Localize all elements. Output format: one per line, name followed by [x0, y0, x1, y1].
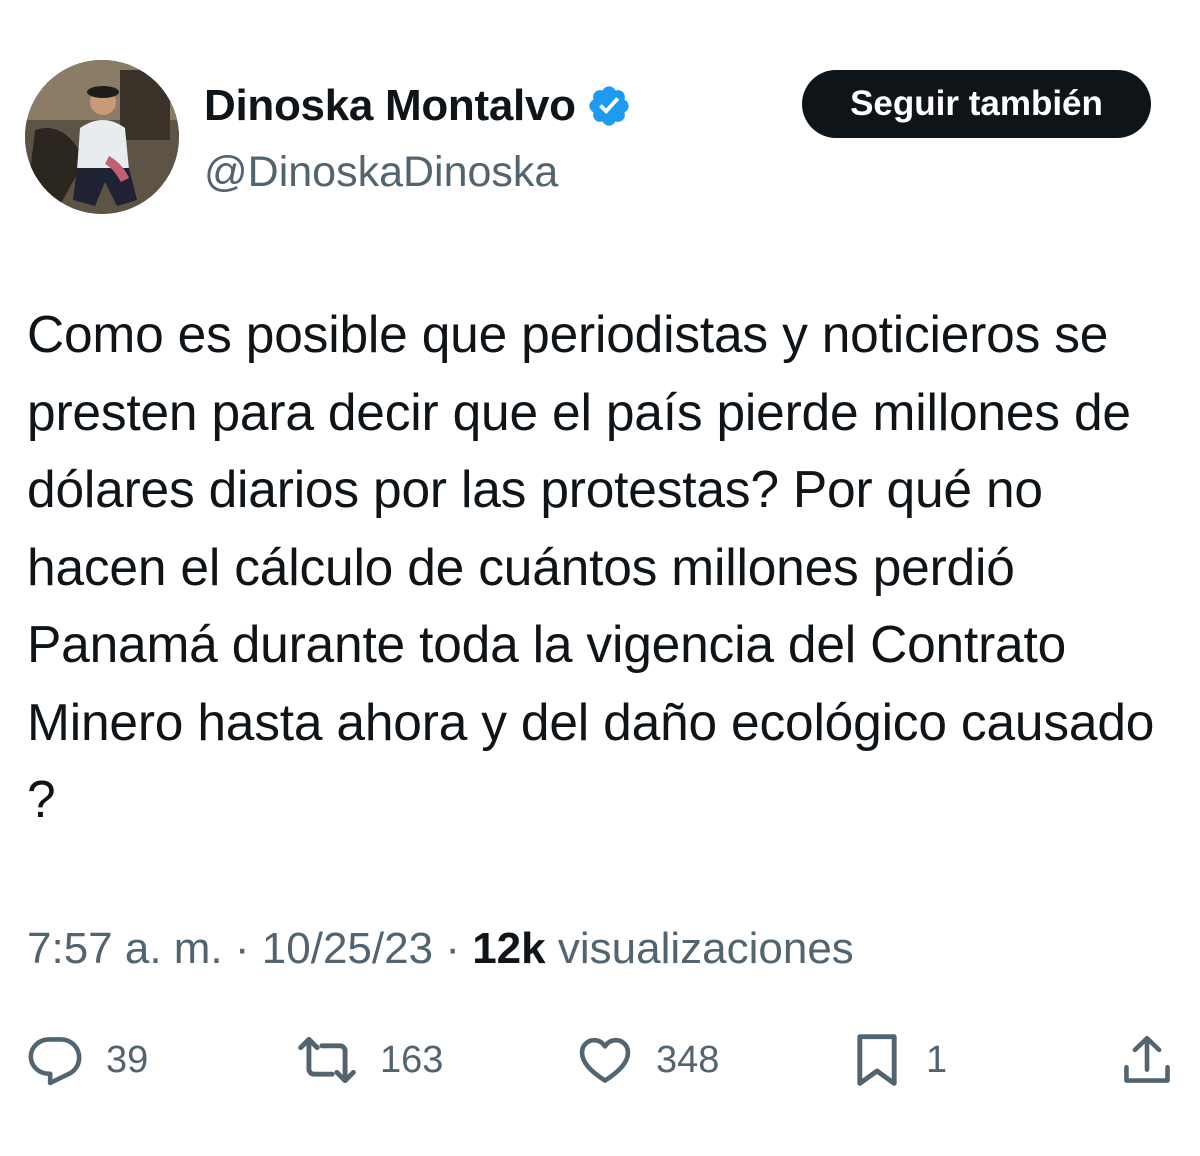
retweet-icon — [298, 1036, 356, 1084]
follow-button[interactable]: Seguir también — [802, 70, 1151, 138]
reply-count: 39 — [106, 1038, 149, 1081]
tweet: Dinoska Montalvo @DinoskaDinoska Seguir … — [0, 0, 1200, 1156]
like-count: 348 — [656, 1038, 720, 1081]
heart-icon — [579, 1037, 631, 1083]
reply-icon — [28, 1037, 82, 1086]
tweet-date[interactable]: 10/25/23 — [262, 924, 433, 973]
reply-button[interactable]: 39 — [26, 1020, 148, 1100]
meta-separator: · — [445, 924, 460, 973]
bookmark-count: 1 — [926, 1038, 948, 1081]
share-icon — [1124, 1035, 1170, 1083]
tweet-time[interactable]: 7:57 a. m. — [27, 924, 223, 973]
bookmark-icon — [857, 1034, 897, 1086]
author-name-row: Dinoska Montalvo — [204, 80, 632, 132]
views-label: visualizaciones — [557, 924, 854, 973]
retweet-button[interactable]: 163 — [296, 1020, 443, 1100]
author-display-name[interactable]: Dinoska Montalvo — [204, 80, 576, 132]
avatar[interactable] — [25, 60, 179, 214]
retweet-count: 163 — [380, 1038, 444, 1081]
like-button[interactable]: 348 — [576, 1020, 719, 1100]
tweet-meta: 7:57 a. m. · 10/25/23 · 12k visualizacio… — [27, 919, 854, 979]
view-count: 12k — [472, 924, 546, 973]
tweet-text: Como es posible que periodistas y notici… — [27, 305, 1155, 828]
share-button[interactable] — [1118, 1020, 1176, 1100]
action-bar: 39 163 348 1 — [0, 1020, 1200, 1100]
verified-badge-icon — [586, 83, 632, 129]
author-handle[interactable]: @DinoskaDinoska — [204, 146, 558, 198]
meta-separator: · — [234, 924, 250, 973]
bookmark-button[interactable]: 1 — [850, 1020, 947, 1100]
